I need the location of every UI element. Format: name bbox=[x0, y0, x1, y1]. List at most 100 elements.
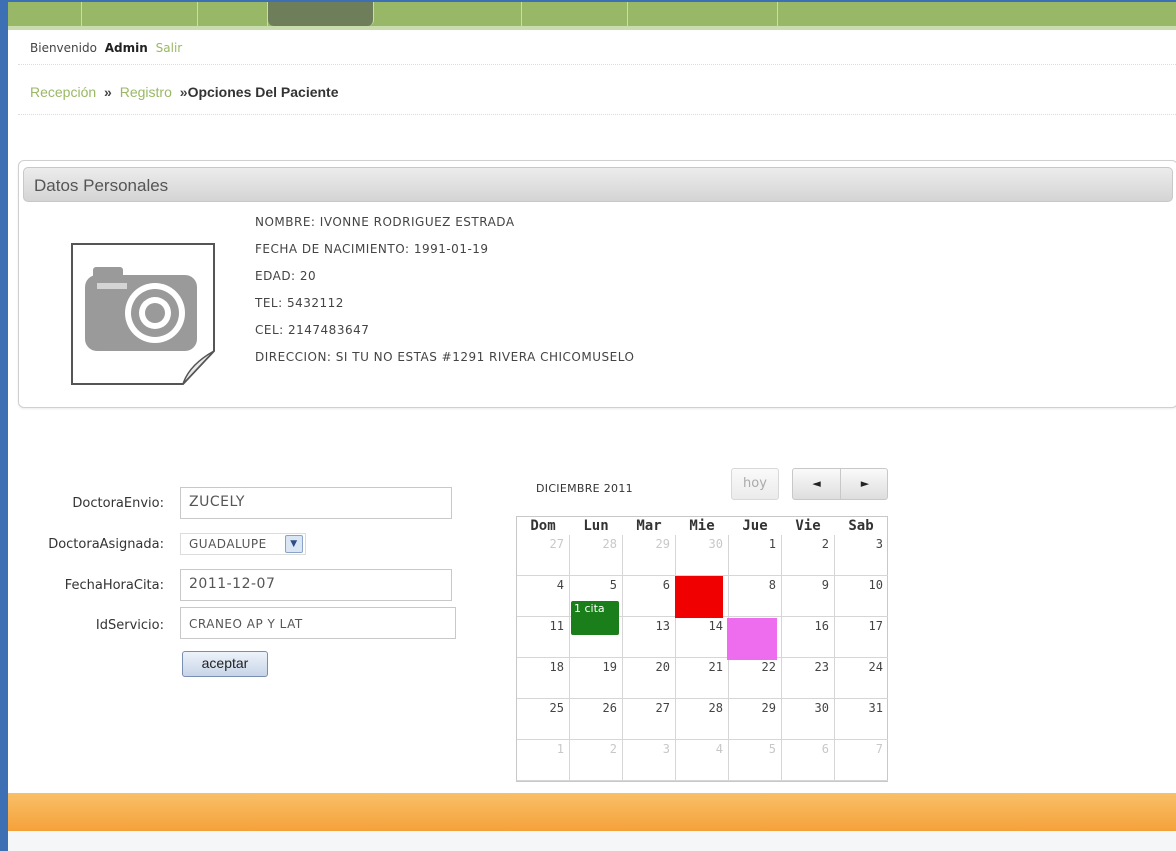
calendar-day-cell[interactable]: 16 bbox=[782, 617, 835, 658]
calendar-day-cell[interactable]: 6 bbox=[782, 740, 835, 781]
calendar-day-cell[interactable]: 13 bbox=[623, 617, 676, 658]
calendar-day-number: 1 bbox=[556, 742, 564, 756]
calendar-day-number: 16 bbox=[814, 619, 829, 633]
calendar-day-cell[interactable]: 14 bbox=[676, 617, 729, 658]
calendar-day-number: 11 bbox=[549, 619, 564, 633]
calendar-day-number: 10 bbox=[868, 578, 883, 592]
calendar-day-number: 3 bbox=[875, 537, 883, 551]
breadcrumb-current: Opciones Del Paciente bbox=[187, 84, 339, 100]
next-month-button[interactable]: ► bbox=[841, 469, 889, 499]
calendar-day-number: 4 bbox=[715, 742, 723, 756]
weekday-header: Mar bbox=[636, 518, 662, 534]
calendar-day-cell[interactable]: 2 bbox=[570, 740, 623, 781]
calendar-day-cell[interactable]: 8 bbox=[729, 576, 782, 617]
calendar-day-cell[interactable]: 10 bbox=[835, 576, 888, 617]
calendar-day-number: 5 bbox=[768, 742, 776, 756]
calendar-day-number: 13 bbox=[655, 619, 670, 633]
calendar-day-number: 18 bbox=[549, 660, 564, 674]
calendar-day-number: 2 bbox=[821, 537, 829, 551]
calendar-day-cell[interactable]: 30 bbox=[782, 699, 835, 740]
calendar-event-red[interactable] bbox=[675, 576, 723, 618]
calendar-day-cell[interactable]: 11 bbox=[517, 617, 570, 658]
nav-tab[interactable] bbox=[628, 2, 778, 26]
calendar-day-cell[interactable]: 21 bbox=[676, 658, 729, 699]
calendar-day-number: 2 bbox=[609, 742, 617, 756]
nav-tab[interactable] bbox=[522, 2, 628, 26]
calendar-day-cell[interactable]: 22 bbox=[729, 658, 782, 699]
bottom-strip bbox=[8, 831, 1176, 851]
calendar-day-number: 20 bbox=[655, 660, 670, 674]
today-button[interactable]: hoy bbox=[731, 468, 779, 500]
breadcrumb-recepcion[interactable]: Recepción bbox=[30, 84, 96, 100]
calendar-day-number: 27 bbox=[549, 537, 564, 551]
calendar-day-number: 7 bbox=[875, 742, 883, 756]
calendar-day-cell[interactable]: 31 bbox=[835, 699, 888, 740]
calendar-day-cell[interactable]: 20 bbox=[623, 658, 676, 699]
calendar-day-cell[interactable]: 18 bbox=[517, 658, 570, 699]
calendar-day-cell[interactable]: 6 bbox=[623, 576, 676, 617]
weekday-header: Jue bbox=[742, 518, 768, 534]
breadcrumb-registro[interactable]: Registro bbox=[120, 84, 172, 100]
calendar-day-cell[interactable]: 7 bbox=[835, 740, 888, 781]
calendar-day-cell[interactable]: 4 bbox=[676, 740, 729, 781]
calendar-day-cell[interactable]: 26 bbox=[570, 699, 623, 740]
calendar-day-cell[interactable]: 2 bbox=[782, 535, 835, 576]
calendar-day-number: 25 bbox=[549, 701, 564, 715]
calendar-day-number: 23 bbox=[814, 660, 829, 674]
breadcrumb: Recepción » Registro »Opciones Del Pacie… bbox=[30, 84, 339, 100]
calendar-event-cita[interactable]: 1 cita bbox=[571, 601, 619, 635]
calendar-day-number: 24 bbox=[868, 660, 883, 674]
id-servicio-field[interactable]: CRANEO AP Y LAT bbox=[180, 607, 456, 639]
fecha-hora-field[interactable]: 2011-12-07 bbox=[180, 569, 452, 601]
footer-bar bbox=[8, 793, 1176, 831]
calendar-event-pink[interactable] bbox=[727, 618, 777, 660]
weekday-header: Vie bbox=[795, 518, 821, 534]
calendar-day-number: 26 bbox=[602, 701, 617, 715]
calendar-day-cell[interactable]: 28 bbox=[570, 535, 623, 576]
calendar-day-cell[interactable]: 29 bbox=[623, 535, 676, 576]
prev-month-button[interactable]: ◄ bbox=[793, 469, 841, 499]
calendar-day-number: 29 bbox=[655, 537, 670, 551]
doctora-asignada-select[interactable]: GUADALUPE ▼ bbox=[180, 533, 306, 555]
calendar-day-cell[interactable]: 24 bbox=[835, 658, 888, 699]
weekday-header: Sab bbox=[848, 518, 874, 534]
calendar-day-cell[interactable]: 1 bbox=[729, 535, 782, 576]
weekday-header: Dom bbox=[530, 518, 556, 534]
calendar-day-cell[interactable]: 1 bbox=[517, 740, 570, 781]
nav-tab[interactable] bbox=[374, 2, 522, 26]
calendar-day-cell[interactable]: 3 bbox=[623, 740, 676, 781]
calendar-day-cell[interactable]: 9 bbox=[782, 576, 835, 617]
calendar-day-cell[interactable]: 19 bbox=[570, 658, 623, 699]
camera-icon bbox=[71, 243, 215, 385]
calendar-title: DICIEMBRE 2011 bbox=[536, 482, 633, 495]
calendar-day-cell[interactable]: 25 bbox=[517, 699, 570, 740]
chevron-down-icon[interactable]: ▼ bbox=[285, 535, 303, 553]
patient-birthdate: FECHA DE NACIMIENTO: 1991-01-19 bbox=[255, 242, 489, 256]
calendar-day-number: 31 bbox=[868, 701, 883, 715]
calendar-day-cell[interactable]: 5 bbox=[729, 740, 782, 781]
calendar-day-cell[interactable]: 28 bbox=[676, 699, 729, 740]
nav-tab[interactable] bbox=[8, 2, 82, 26]
doctora-envio-field[interactable]: ZUCELY bbox=[180, 487, 452, 519]
nav-tab-active[interactable] bbox=[268, 2, 374, 26]
calendar-day-cell[interactable]: 27 bbox=[623, 699, 676, 740]
calendar-day-cell[interactable]: 30 bbox=[676, 535, 729, 576]
calendar-day-cell[interactable]: 4 bbox=[517, 576, 570, 617]
logout-link[interactable]: Salir bbox=[156, 41, 183, 55]
panel-title: Datos Personales bbox=[34, 176, 169, 195]
nav-tab[interactable] bbox=[82, 2, 198, 26]
breadcrumb-separator: » bbox=[104, 84, 112, 100]
calendar-day-cell[interactable]: 17 bbox=[835, 617, 888, 658]
calendar-day-cell[interactable]: 23 bbox=[782, 658, 835, 699]
calendar-day-cell[interactable]: 27 bbox=[517, 535, 570, 576]
calendar-day-number: 30 bbox=[814, 701, 829, 715]
patient-cell: CEL: 2147483647 bbox=[255, 323, 370, 337]
nav-tab[interactable] bbox=[198, 2, 268, 26]
divider bbox=[18, 114, 1176, 115]
calendar-day-cell[interactable]: 3 bbox=[835, 535, 888, 576]
aceptar-button[interactable]: aceptar bbox=[182, 651, 268, 677]
calendar-day-cell[interactable]: 29 bbox=[729, 699, 782, 740]
calendar-day-number: 14 bbox=[708, 619, 723, 633]
calendar-day-number: 4 bbox=[556, 578, 564, 592]
patient-name: NOMBRE: IVONNE RODRIGUEZ ESTRADA bbox=[255, 215, 515, 229]
